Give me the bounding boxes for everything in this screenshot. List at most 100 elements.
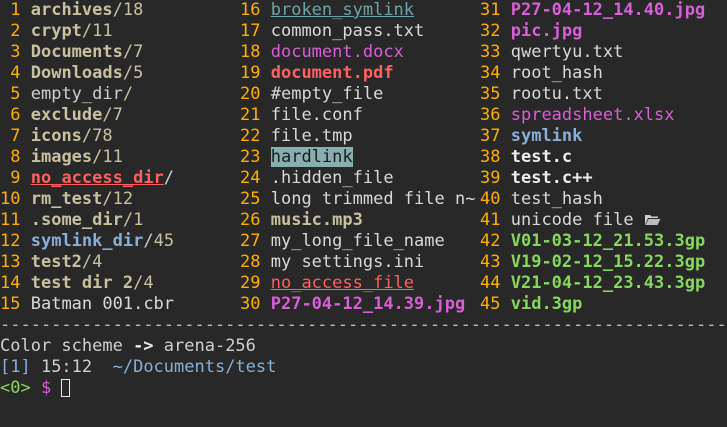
file-name: test dir 2 — [30, 273, 134, 293]
divider-line: ----------------------------------------… — [0, 315, 727, 335]
file-entry-archives[interactable]: 1 archives/18 — [0, 0, 174, 21]
file-name: no_access_dir — [30, 168, 164, 188]
file-name: .hidden_file — [270, 168, 394, 188]
file-entry-crypt[interactable]: 2 crypt/11 — [0, 21, 174, 42]
file-name: hardlink — [270, 147, 353, 167]
file-entry-vid-3gp[interactable]: 45 vid.3gp — [480, 294, 705, 315]
file-name: long trimmed file n~ — [270, 189, 476, 209]
file-name: P27-04-12_14.40.jpg — [510, 0, 706, 20]
file-entry-my-long-file-name[interactable]: 27 my_long_file_name — [240, 231, 475, 252]
file-entry-symlink[interactable]: 37 symlink — [480, 126, 705, 147]
file-name: empty_dir — [30, 84, 123, 104]
line-number: 37 — [480, 126, 501, 146]
file-entry-exclude[interactable]: 6 exclude/7 — [0, 105, 174, 126]
file-entry-unicode-file[interactable]: 41 unicode file — [480, 210, 705, 231]
file-entry-batman-001-cbr[interactable]: 15 Batman 001.cbr — [0, 294, 174, 315]
file-name: test.c — [510, 147, 573, 167]
item-count: 11 — [92, 21, 113, 41]
line-number: 39 — [480, 168, 501, 188]
path-slash: / — [133, 273, 144, 293]
line-number: 34 — [480, 63, 501, 83]
file-entry-hidden-file[interactable]: 24 .hidden_file — [240, 168, 475, 189]
item-count: 45 — [153, 231, 175, 251]
file-name: common_pass.txt — [270, 21, 425, 41]
line-number: 4 — [0, 63, 21, 83]
file-name: test2 — [30, 252, 82, 272]
file-entry-file-conf[interactable]: 21 file.conf — [240, 105, 475, 126]
line-number: 19 — [240, 63, 261, 83]
file-entry-music-mp3[interactable]: 26 music.mp3 — [240, 210, 475, 231]
file-entry-images[interactable]: 8 images/11 — [0, 147, 174, 168]
file-entry-empty-dir[interactable]: 5 empty_dir/ — [0, 84, 174, 105]
file-name: .some_dir — [30, 210, 123, 230]
file-entry-symlink-dir[interactable]: 12 symlink_dir/45 — [0, 231, 174, 252]
file-entry-broken-symlink[interactable]: 16 broken_symlink — [240, 0, 475, 21]
file-entry-empty-file[interactable]: 20 #empty_file — [240, 84, 475, 105]
file-entry-hardlink[interactable]: 23 hardlink — [240, 147, 475, 168]
file-entry-test-dir-2[interactable]: 14 test dir 2/4 — [0, 273, 174, 294]
file-entry-p27-04-12-14-40-jpg[interactable]: 31 P27-04-12_14.40.jpg — [480, 0, 705, 21]
path-slash: / — [112, 0, 123, 20]
file-name: rootu.txt — [510, 84, 603, 104]
context-indicator: [1] — [0, 357, 31, 377]
file-entry-root-hash[interactable]: 34 root_hash — [480, 63, 705, 84]
file-entry-qwertyu-txt[interactable]: 33 qwertyu.txt — [480, 42, 705, 63]
file-entry-rootu-txt[interactable]: 35 rootu.txt — [480, 84, 705, 105]
line-number: 29 — [240, 273, 261, 293]
file-name: V21-04-12_23.43.3gp — [510, 273, 706, 293]
file-name: pic.jpg — [510, 21, 583, 41]
file-entry-v01-03-12-21-53-3gp[interactable]: 42 V01-03-12_21.53.3gp — [480, 231, 705, 252]
file-entry-document-docx[interactable]: 18 document.docx — [240, 42, 475, 63]
file-entry-long-trimmed-file-n[interactable]: 25 long trimmed file n~ — [240, 189, 475, 210]
text-cursor[interactable] — [61, 379, 71, 397]
file-entry-documents[interactable]: 3 Documents/7 — [0, 42, 174, 63]
item-count: 12 — [112, 189, 134, 209]
file-entry-test-c[interactable]: 38 test.c — [480, 147, 705, 168]
line-number: 13 — [0, 252, 21, 272]
file-name: my_long_file_name — [270, 231, 445, 251]
file-entry-my-settings-ini[interactable]: 28 my settings.ini — [240, 252, 475, 273]
file-column-2: 16 broken_symlink 17 common_pass.txt 18 do… — [240, 0, 475, 315]
command-prompt[interactable]: <0> $ — [0, 378, 71, 399]
file-name: crypt — [30, 21, 82, 41]
file-name: no_access_file — [270, 273, 415, 293]
file-name: symlink_dir — [30, 231, 144, 251]
open-folder-icon — [644, 211, 661, 225]
file-name: file.tmp — [270, 126, 353, 146]
item-count: 5 — [133, 63, 144, 83]
file-name: symlink — [510, 126, 583, 146]
line-number: 25 — [240, 189, 261, 209]
line-number: 35 — [480, 84, 501, 104]
file-name: Downloads — [30, 63, 123, 83]
file-entry-spreadsheet-xlsx[interactable]: 36 spreadsheet.xlsx — [480, 105, 705, 126]
file-entry-v21-04-12-23-43-3gp[interactable]: 44 V21-04-12_23.43.3gp — [480, 273, 705, 294]
file-entry-downloads[interactable]: 4 Downloads/5 — [0, 63, 174, 84]
file-entry-test2[interactable]: 13 test2/4 — [0, 252, 174, 273]
path-slash: / — [81, 252, 93, 272]
line-number: 30 — [240, 294, 261, 314]
file-entry-some-dir[interactable]: 11 .some_dir/1 — [0, 210, 174, 231]
file-name: V19-02-12_15.22.3gp — [510, 252, 706, 272]
line-number: 15 — [0, 294, 21, 314]
file-entry-common-pass-txt[interactable]: 17 common_pass.txt — [240, 21, 475, 42]
color-scheme-message: Color scheme -> arena-256 — [0, 336, 256, 357]
file-entry-p27-04-12-14-39-jpg[interactable]: 30 P27-04-12_14.39.jpg — [240, 294, 475, 315]
file-entry-v19-02-12-15-22-3gp[interactable]: 43 V19-02-12_15.22.3gp — [480, 252, 705, 273]
file-name: Batman 001.cbr — [30, 294, 175, 314]
file-entry-document-pdf[interactable]: 19 document.pdf — [240, 63, 475, 84]
file-entry-rm-test[interactable]: 10 rm_test/12 — [0, 189, 174, 210]
line-number: 44 — [480, 273, 501, 293]
file-entry-no-access-file[interactable]: 29 no_access_file — [240, 273, 475, 294]
file-entry-no-access-dir[interactable]: 9 no_access_dir/ — [0, 168, 174, 189]
file-entry-file-tmp[interactable]: 22 file.tmp — [240, 126, 475, 147]
file-entry-icons[interactable]: 7 icons/78 — [0, 126, 174, 147]
scheme-arrow: -> — [133, 336, 154, 356]
line-number: 38 — [480, 147, 501, 167]
file-entry-test-hash[interactable]: 40 test_hash — [480, 189, 705, 210]
line-number: 9 — [0, 168, 21, 188]
prompt-symbol: $ — [30, 378, 62, 398]
file-entry-pic-jpg[interactable]: 32 pic.jpg — [480, 21, 705, 42]
path-slash: / — [122, 210, 134, 230]
file-entry-test-c[interactable]: 39 test.c++ — [480, 168, 705, 189]
path-slash: / — [122, 84, 134, 104]
